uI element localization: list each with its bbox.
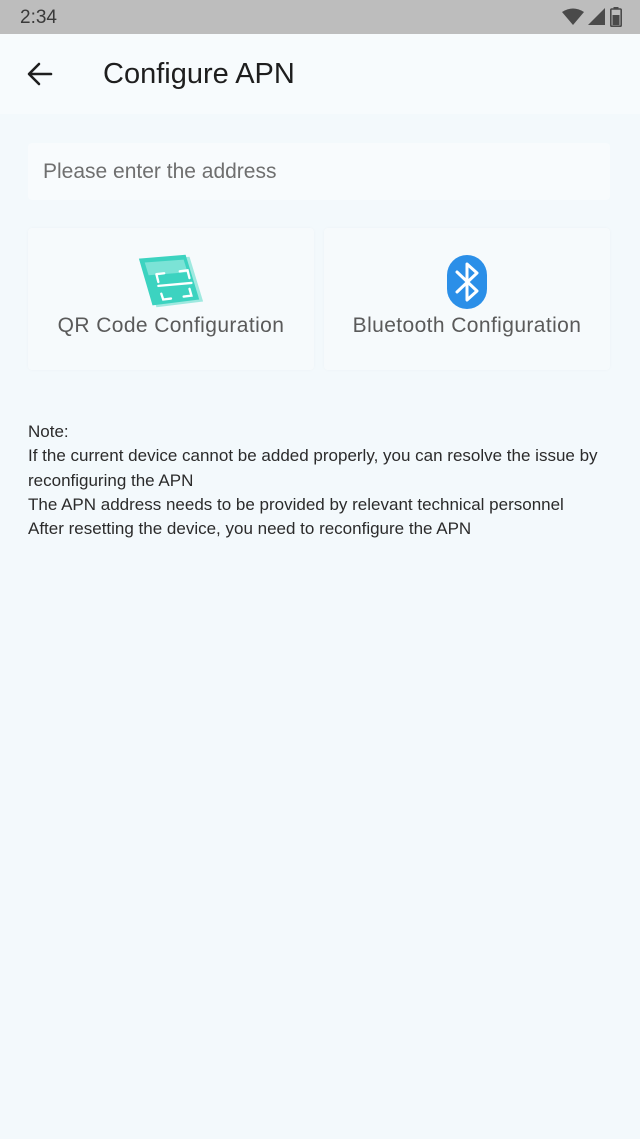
status-icons (562, 7, 622, 27)
qr-code-configuration-label: QR Code Configuration (57, 314, 285, 337)
note-line: If the current device cannot be added pr… (28, 446, 598, 490)
note-line: The APN address needs to be provided by … (28, 494, 564, 514)
status-time: 2:34 (20, 7, 57, 28)
note-heading: Note: (28, 422, 69, 441)
apn-note: Note: If the current device cannot be ad… (28, 420, 618, 541)
signal-icon (588, 8, 605, 25)
arrow-left-icon (27, 62, 53, 86)
qr-code-configuration-button[interactable]: QR Code Configuration (28, 228, 314, 370)
wifi-icon (562, 8, 584, 25)
battery-icon (610, 7, 622, 27)
status-bar: 2:34 (0, 0, 640, 34)
qr-code-icon (135, 252, 207, 312)
bluetooth-configuration-label: Bluetooth Configuration (352, 314, 582, 337)
back-button[interactable] (22, 56, 58, 92)
note-line: After resetting the device, you need to … (28, 519, 472, 539)
page-title: Configure APN (103, 58, 295, 90)
app-bar: Configure APN (0, 34, 640, 114)
apn-address-input[interactable] (28, 143, 610, 200)
bluetooth-icon (431, 252, 503, 312)
bluetooth-configuration-button[interactable]: Bluetooth Configuration (324, 228, 610, 370)
